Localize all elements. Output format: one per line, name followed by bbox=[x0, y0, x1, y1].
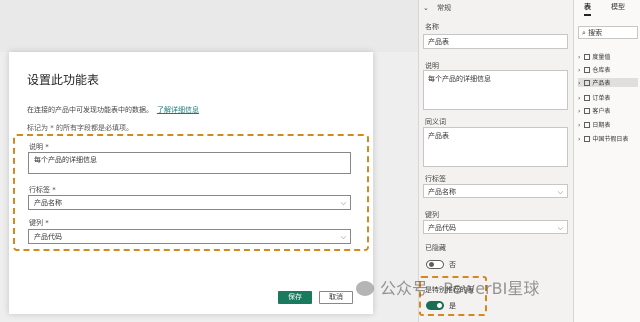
key-column-label: 键列 bbox=[425, 211, 439, 219]
table-icon bbox=[584, 108, 591, 114]
table-icon bbox=[584, 80, 591, 86]
key-column-value: 产品代码 bbox=[34, 233, 62, 241]
tab-model[interactable]: 模型 bbox=[611, 2, 625, 12]
name-label: 名称 bbox=[425, 23, 439, 31]
table-icon bbox=[584, 122, 591, 128]
key-column-select[interactable]: 产品代码 ⌵ bbox=[423, 220, 568, 234]
chevron-down-icon: ⌵ bbox=[557, 188, 563, 196]
table-icon bbox=[584, 54, 591, 60]
row-label-value: 产品名称 bbox=[428, 188, 456, 196]
description-field[interactable]: 每个产品的详细信息 bbox=[423, 70, 568, 110]
key-column-select[interactable]: 产品代码 ⌵ bbox=[28, 229, 351, 244]
table-item[interactable]: › 度量值 bbox=[578, 52, 610, 61]
dialog-description-text: 在连接的产品中可发现功能表中的数据。 bbox=[27, 106, 153, 114]
setup-featured-table-dialog: 设置此功能表 在连接的产品中可发现功能表中的数据。 了解详细信息 标记为 * 的所… bbox=[9, 52, 373, 314]
table-item[interactable]: › 客户表 bbox=[578, 106, 610, 115]
tab-tables[interactable]: 表 bbox=[584, 2, 591, 16]
table-item[interactable]: › 中国节假日表 bbox=[578, 134, 628, 143]
table-item[interactable]: › 订单表 bbox=[578, 93, 610, 102]
description-field[interactable]: 每个产品的详细信息 bbox=[28, 152, 351, 174]
hidden-toggle[interactable] bbox=[426, 260, 444, 269]
synonyms-label: 同义词 bbox=[425, 118, 446, 126]
chevron-down-icon: ⌄ bbox=[423, 4, 429, 12]
save-button[interactable]: 保存 bbox=[278, 291, 312, 304]
chevron-down-icon: ⌵ bbox=[340, 199, 346, 207]
row-label-label: 行标签 * bbox=[29, 186, 56, 194]
hidden-label: 已隐藏 bbox=[425, 244, 446, 252]
table-item[interactable]: › 产品表 bbox=[578, 78, 638, 87]
row-label-select[interactable]: 产品名称 ⌵ bbox=[28, 195, 351, 210]
table-icon bbox=[584, 136, 591, 142]
watermark: 公众号 · PowerBI星球 bbox=[356, 275, 539, 299]
key-column-label: 键列 * bbox=[29, 219, 49, 227]
name-field[interactable]: 产品表 bbox=[423, 34, 568, 49]
chevron-down-icon: ⌵ bbox=[557, 224, 563, 232]
table-item[interactable]: › 仓库表 bbox=[578, 65, 610, 74]
data-pane: 表 模型 ⌕ 搜索 › 度量值 › 仓库表 › 产品表 › 订单表 › 客户表 › 日期表 … bbox=[573, 0, 640, 322]
properties-pane: ⌄ 常规 名称 产品表 说明 每个产品的详细信息 同义词 产品表 行标签 产品名… bbox=[418, 0, 573, 322]
table-icon bbox=[584, 67, 591, 73]
dialog-title: 设置此功能表 bbox=[27, 73, 100, 87]
table-icon bbox=[584, 95, 591, 101]
watermark-text: 公众号 · PowerBI星球 bbox=[380, 279, 540, 298]
hidden-toggle-value: 否 bbox=[449, 261, 456, 269]
table-item[interactable]: › 日期表 bbox=[578, 120, 610, 129]
row-label-value: 产品名称 bbox=[34, 199, 62, 207]
description-label: 说明 * bbox=[29, 143, 49, 151]
chevron-down-icon: ⌵ bbox=[340, 233, 346, 241]
search-icon: ⌕ bbox=[582, 29, 586, 37]
backdrop-strip bbox=[0, 0, 418, 52]
synonyms-field[interactable]: 产品表 bbox=[423, 127, 568, 167]
general-section-label: 常规 bbox=[437, 4, 452, 12]
required-note: 标记为 * 的所有字段都是必填项。 bbox=[27, 124, 133, 132]
row-label-label: 行标签 bbox=[425, 175, 446, 183]
general-section-header[interactable]: ⌄ 常规 bbox=[423, 3, 451, 13]
dialog-description: 在连接的产品中可发现功能表中的数据。 了解详细信息 bbox=[27, 105, 199, 115]
key-column-value: 产品代码 bbox=[428, 224, 456, 232]
learn-more-link[interactable]: 了解详细信息 bbox=[157, 106, 199, 114]
wechat-logo-icon bbox=[356, 281, 374, 296]
cancel-button[interactable]: 取消 bbox=[319, 291, 353, 304]
toggle-knob bbox=[429, 262, 434, 267]
search-placeholder: 搜索 bbox=[588, 29, 603, 37]
search-input[interactable]: ⌕ 搜索 bbox=[578, 26, 638, 39]
row-label-select[interactable]: 产品名称 ⌵ bbox=[423, 184, 568, 198]
